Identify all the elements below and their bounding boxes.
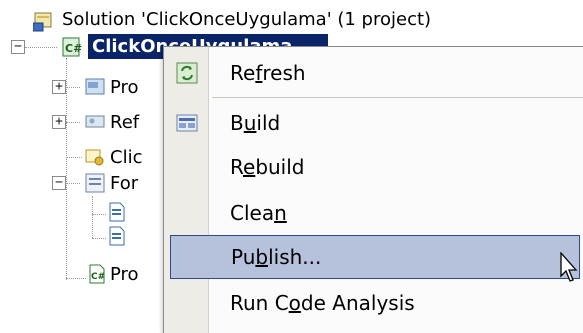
form-icon (85, 173, 105, 193)
menu-item-refresh[interactable]: Refresh (164, 51, 583, 95)
refresh-icon (176, 62, 198, 84)
properties-icon (85, 78, 105, 95)
code-file-icon (109, 226, 125, 246)
menu-item-clean[interactable]: Clean (164, 191, 583, 235)
tree-item-label: Pro (110, 263, 139, 285)
menu-item-publish[interactable]: Publish... (170, 235, 580, 279)
tree-item[interactable]: For (110, 166, 138, 200)
build-icon (176, 114, 198, 132)
menu-item-label: Publish... (231, 245, 322, 269)
solution-node[interactable]: Solution 'ClickOnceUygulama' (1 project) (62, 2, 431, 36)
menu-item-label: Rebuild (230, 155, 305, 179)
tree-item-label: Pro (110, 76, 139, 98)
tree-item[interactable]: Ref (110, 105, 139, 139)
tree-item-label: Ref (110, 111, 140, 133)
menu-item-rebuild[interactable]: Rebuild (164, 145, 583, 189)
menu-item-label: Run Code Analysis (230, 291, 415, 315)
certificate-key-icon (85, 149, 104, 166)
collapse-form-toggle[interactable]: − (52, 176, 66, 190)
menu-item-label: Build (230, 111, 281, 135)
expand-properties-toggle[interactable]: + (52, 80, 66, 94)
code-file-icon (109, 202, 125, 222)
mouse-pointer-icon (560, 252, 578, 282)
tree-item-label: For (110, 172, 139, 194)
menu-item-label: Refresh (230, 61, 306, 85)
csharp-project-icon: C# (62, 37, 82, 57)
menu-separator (212, 97, 583, 98)
solution-icon (33, 12, 52, 32)
svg-text:C#: C# (65, 42, 82, 55)
svg-text:C#: C# (91, 272, 105, 282)
csharp-file-icon: C# (89, 264, 105, 284)
menu-item-run-code-analysis[interactable]: Run Code Analysis (164, 281, 583, 325)
menu-item-build[interactable]: Build (164, 101, 583, 145)
solution-label: Solution 'ClickOnceUygulama' (1 project) (62, 8, 432, 30)
tree-item[interactable]: Pro (110, 257, 139, 291)
context-menu: Refresh Build Rebuild Clean Publish... R… (163, 46, 583, 333)
tree-item[interactable]: Pro (110, 70, 139, 104)
menu-item-label: Clean (230, 201, 287, 225)
expand-references-toggle[interactable]: + (52, 115, 66, 129)
project-collapse-toggle[interactable]: − (11, 40, 25, 54)
tree-item-label: Clic (110, 146, 143, 168)
references-icon (85, 115, 105, 128)
